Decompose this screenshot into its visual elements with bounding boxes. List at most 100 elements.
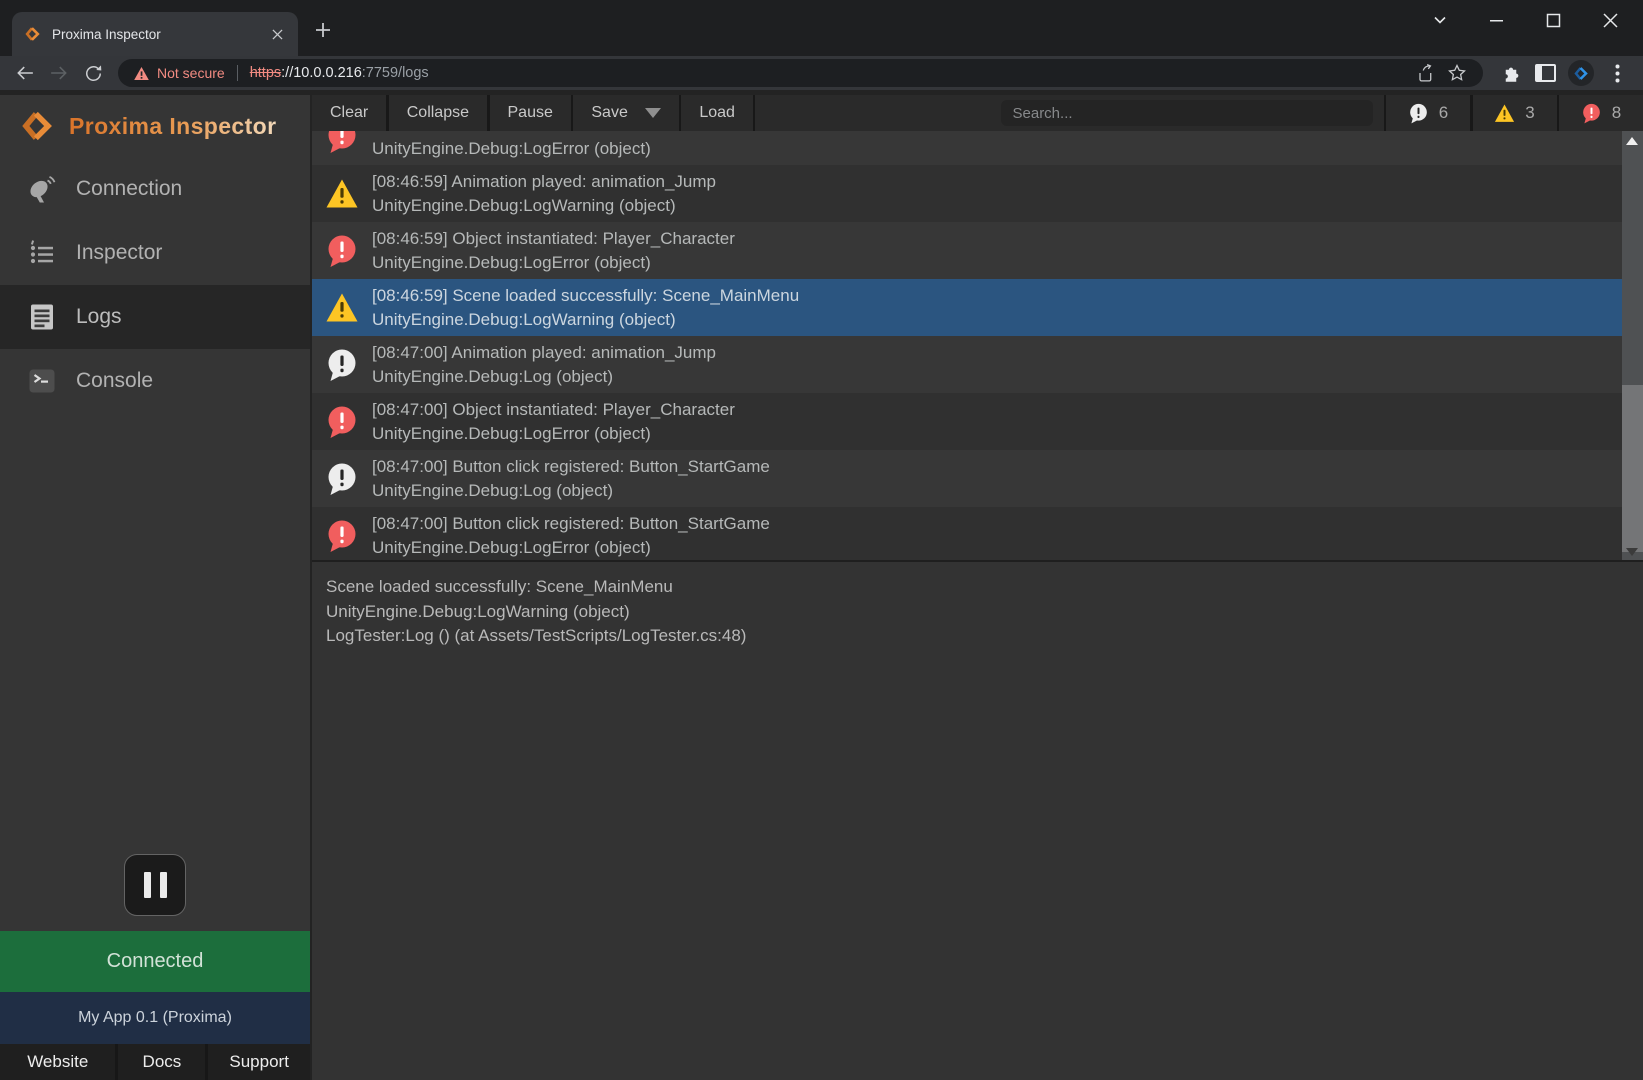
log-message: [08:46:59] Animation played: animation_J… bbox=[372, 172, 716, 191]
browser-tab[interactable]: Proxima Inspector bbox=[12, 12, 298, 56]
scroll-up-arrow-icon[interactable] bbox=[1626, 137, 1638, 145]
load-button[interactable]: Load bbox=[681, 95, 753, 131]
log-type-icon bbox=[325, 291, 359, 325]
log-type-icon bbox=[325, 177, 359, 211]
log-stack: UnityEngine.Debug:LogWarning (object) bbox=[372, 310, 676, 329]
sidebar-item-label: Connection bbox=[76, 177, 182, 201]
sidebar-item-label: Logs bbox=[76, 305, 122, 329]
pause-button[interactable]: Pause bbox=[490, 95, 571, 131]
bookmark-star-icon[interactable] bbox=[1441, 60, 1473, 86]
url-text: https://10.0.0.216:7759/logs bbox=[250, 65, 429, 81]
sidebar-item-logs[interactable]: Logs bbox=[0, 285, 310, 349]
info-count: 6 bbox=[1439, 103, 1448, 123]
log-type-icon bbox=[325, 462, 359, 496]
collapse-button[interactable]: Collapse bbox=[389, 95, 487, 131]
tab-title: Proxima Inspector bbox=[52, 27, 258, 42]
warning-count: 3 bbox=[1525, 103, 1534, 123]
detail-line-source: LogTester:Log () (at Assets/TestScripts/… bbox=[326, 624, 1623, 649]
brand: Proxima Inspector bbox=[0, 95, 310, 157]
reload-button[interactable] bbox=[76, 58, 110, 88]
address-bar[interactable]: Not secure https://10.0.0.216:7759/logs bbox=[118, 59, 1483, 87]
menu-kebab-icon[interactable] bbox=[1599, 58, 1635, 88]
url-host: ://10.0.0.216 bbox=[281, 65, 362, 81]
footer-link-website[interactable]: Website bbox=[0, 1044, 115, 1080]
forward-button[interactable] bbox=[42, 58, 76, 88]
sidebar-footer: Website Docs Support bbox=[0, 1044, 310, 1080]
log-stack: UnityEngine.Debug:LogError (object) bbox=[372, 538, 651, 557]
minimize-button[interactable] bbox=[1468, 2, 1525, 38]
close-window-button[interactable] bbox=[1582, 2, 1639, 38]
not-secure-label[interactable]: Not secure bbox=[157, 65, 225, 81]
tab-search-chevron-icon[interactable] bbox=[1411, 2, 1468, 38]
log-type-icon bbox=[325, 405, 359, 439]
toolbar-search-area bbox=[755, 95, 1383, 131]
sidebar-item-label: Inspector bbox=[76, 241, 162, 265]
brand-title: Proxima Inspector bbox=[69, 113, 276, 140]
save-dropdown-caret-icon[interactable] bbox=[645, 108, 661, 118]
list-icon bbox=[27, 238, 57, 268]
clear-button[interactable]: Clear bbox=[312, 95, 386, 131]
warning-triangle-icon bbox=[1494, 103, 1515, 124]
log-row[interactable]: UnityEngine.Debug:LogError (object) bbox=[312, 131, 1622, 165]
sidebar-item-console[interactable]: Console bbox=[0, 349, 310, 413]
profile-avatar[interactable] bbox=[1563, 58, 1599, 88]
log-stack: UnityEngine.Debug:LogWarning (object) bbox=[372, 196, 676, 215]
url-path: :7759/logs bbox=[362, 65, 429, 81]
satellite-dish-icon bbox=[27, 174, 57, 204]
back-button[interactable] bbox=[8, 58, 42, 88]
sidebar-item-inspector[interactable]: Inspector bbox=[0, 221, 310, 285]
log-scrollbar[interactable] bbox=[1622, 131, 1643, 560]
warning-count-badge[interactable]: 3 bbox=[1473, 95, 1557, 131]
log-type-icon bbox=[325, 519, 359, 553]
log-message: [08:47:00] Button click registered: Butt… bbox=[372, 457, 770, 476]
log-type-icon bbox=[325, 234, 359, 268]
log-row[interactable]: [08:47:00] Object instantiated: Player_C… bbox=[312, 393, 1622, 450]
browser-navbar: Not secure https://10.0.0.216:7759/logs bbox=[0, 56, 1643, 90]
log-message: [08:47:00] Animation played: animation_J… bbox=[372, 343, 716, 362]
scrollbar-thumb[interactable] bbox=[1622, 385, 1643, 552]
log-row[interactable]: [08:46:59] Object instantiated: Player_C… bbox=[312, 222, 1622, 279]
log-detail-panel: Scene loaded successfully: Scene_MainMen… bbox=[312, 562, 1643, 1080]
terminal-icon bbox=[27, 366, 57, 396]
page-content: Proxima Inspector Connection bbox=[0, 90, 1643, 1080]
detail-line-stack: UnityEngine.Debug:LogWarning (object) bbox=[326, 600, 1623, 625]
footer-link-docs[interactable]: Docs bbox=[118, 1044, 205, 1080]
new-tab-button[interactable] bbox=[308, 15, 338, 45]
log-row-selected[interactable]: [08:46:59] Scene loaded successfully: Sc… bbox=[312, 279, 1622, 336]
app-info-banner: My App 0.1 (Proxima) bbox=[0, 992, 310, 1044]
log-row[interactable]: [08:47:00] Button click registered: Butt… bbox=[312, 507, 1622, 560]
error-count-badge[interactable]: 8 bbox=[1559, 95, 1643, 131]
log-message: [08:46:59] Scene loaded successfully: Sc… bbox=[372, 286, 799, 305]
connection-status-banner: Connected bbox=[0, 931, 310, 992]
log-stack: UnityEngine.Debug:LogError (object) bbox=[372, 424, 651, 443]
log-row[interactable]: [08:47:00] Animation played: animation_J… bbox=[312, 336, 1622, 393]
error-bubble-icon bbox=[1581, 103, 1602, 124]
omnibox-divider bbox=[237, 65, 238, 81]
scroll-down-arrow-icon[interactable] bbox=[1626, 548, 1638, 556]
search-input[interactable] bbox=[1001, 100, 1373, 126]
logs-toolbar: Clear Collapse Pause Save Load 6 bbox=[312, 95, 1643, 131]
pause-stream-button[interactable] bbox=[124, 854, 186, 916]
browser-tabstrip: Proxima Inspector bbox=[0, 0, 1643, 56]
tab-close-icon[interactable] bbox=[268, 25, 286, 43]
footer-link-support[interactable]: Support bbox=[208, 1044, 310, 1080]
url-scheme: https bbox=[250, 65, 281, 81]
maximize-button[interactable] bbox=[1525, 2, 1582, 38]
document-icon bbox=[27, 302, 57, 332]
side-panel-icon[interactable] bbox=[1527, 58, 1563, 88]
browser-actions bbox=[1491, 58, 1635, 88]
share-icon[interactable] bbox=[1409, 60, 1441, 86]
log-list: UnityEngine.Debug:LogError (object) [08:… bbox=[312, 131, 1643, 560]
proxima-logo-icon bbox=[20, 108, 56, 144]
not-secure-warning-icon bbox=[133, 66, 150, 81]
save-button[interactable]: Save bbox=[573, 95, 678, 131]
extensions-puzzle-icon[interactable] bbox=[1491, 58, 1527, 88]
log-stack: UnityEngine.Debug:LogError (object) bbox=[372, 139, 651, 158]
info-count-badge[interactable]: 6 bbox=[1386, 95, 1470, 131]
log-row[interactable]: [08:46:59] Animation played: animation_J… bbox=[312, 165, 1622, 222]
sidebar-item-connection[interactable]: Connection bbox=[0, 157, 310, 221]
info-bubble-icon bbox=[1408, 103, 1429, 124]
log-row[interactable]: [08:47:00] Button click registered: Butt… bbox=[312, 450, 1622, 507]
pause-icon bbox=[144, 872, 151, 898]
logs-panel: Clear Collapse Pause Save Load 6 bbox=[312, 95, 1643, 1080]
